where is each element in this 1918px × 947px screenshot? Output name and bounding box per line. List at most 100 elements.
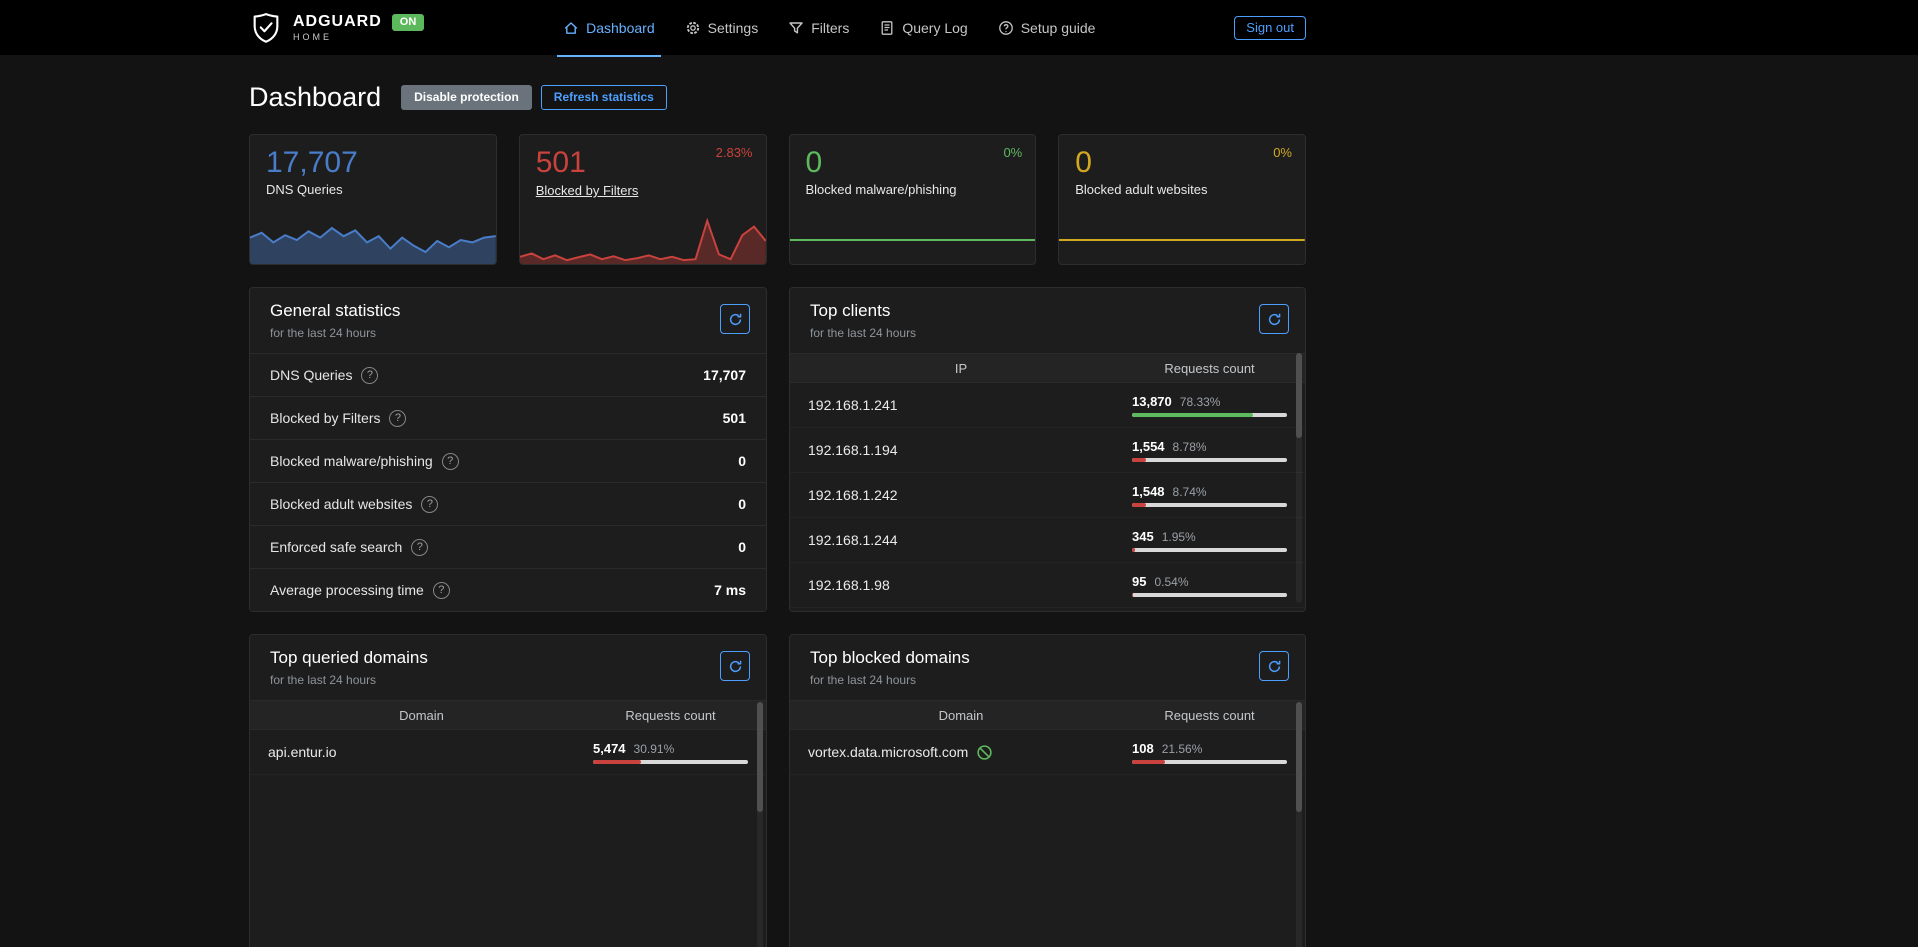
requests-bar-fill xyxy=(1132,548,1135,552)
stat-card-blocked-adult: 0 Blocked adult websites 0% xyxy=(1058,134,1306,265)
scrollbar-thumb[interactable] xyxy=(757,702,763,812)
filters-funnel-icon xyxy=(788,20,804,36)
client-ip[interactable]: 192.168.1.98 xyxy=(808,577,1132,593)
panels-row-1: General statistics for the last 24 hours… xyxy=(249,287,1306,612)
help-icon[interactable] xyxy=(411,539,428,556)
stats-row: DNS Queries 17,707 xyxy=(250,353,766,396)
stat-label: Blocked malware/phishing xyxy=(790,180,973,197)
scrollbar-track[interactable] xyxy=(1296,353,1302,603)
nav-item-query-log[interactable]: Query Log xyxy=(867,0,979,55)
client-ip[interactable]: 192.168.1.244 xyxy=(808,532,1132,548)
requests-cell: 3451.95% xyxy=(1132,529,1287,552)
protection-status-badge: ON xyxy=(392,14,425,31)
requests-count: 1,554 xyxy=(1132,439,1165,454)
client-ip[interactable]: 192.168.1.242 xyxy=(808,487,1132,503)
stat-label: DNS Queries xyxy=(250,180,359,197)
stats-label: DNS Queries xyxy=(270,367,378,384)
queried-domain[interactable]: api.entur.io xyxy=(268,744,593,760)
blocked-domain[interactable]: vortex.data.microsoft.com xyxy=(808,744,968,760)
refresh-button[interactable] xyxy=(1259,651,1289,681)
column-header-requests: Requests count xyxy=(1132,361,1305,376)
nav-item-setup-guide[interactable]: Setup guide xyxy=(986,0,1108,55)
stat-value: 0 xyxy=(1059,135,1305,181)
general-statistics-panel: General statistics for the last 24 hours… xyxy=(249,287,767,612)
disable-protection-button[interactable]: Disable protection xyxy=(401,85,532,110)
column-header-requests: Requests count xyxy=(593,708,766,723)
nav-item-filters[interactable]: Filters xyxy=(776,0,861,55)
stats-label-text: Enforced safe search xyxy=(270,539,402,555)
requests-count: 95 xyxy=(1132,574,1146,589)
nav-item-settings[interactable]: Settings xyxy=(673,0,771,55)
dashboard-icon xyxy=(563,20,579,36)
panel-title: General statistics xyxy=(270,301,746,321)
nav-item-label: Dashboard xyxy=(586,20,655,36)
stats-row: Blocked malware/phishing 0 xyxy=(250,439,766,482)
refresh-button[interactable] xyxy=(720,651,750,681)
stat-label: Blocked adult websites xyxy=(1059,180,1223,197)
nav-item-label: Setup guide xyxy=(1021,20,1096,36)
requests-bar xyxy=(1132,503,1287,507)
help-icon[interactable] xyxy=(433,582,450,599)
stats-row: Blocked adult websites 0 xyxy=(250,482,766,525)
panel-title: Top queried domains xyxy=(270,648,746,668)
requests-percent: 8.78% xyxy=(1173,440,1207,454)
requests-bar xyxy=(1132,593,1287,597)
panel-subtitle: for the last 24 hours xyxy=(810,673,1285,687)
blocked-domain-cell: vortex.data.microsoft.com xyxy=(808,744,1132,761)
top-blocked-domains-panel: Top blocked domains for the last 24 hour… xyxy=(789,634,1306,947)
nav-item-label: Query Log xyxy=(902,20,967,36)
blocked-by-filters-link[interactable]: Blocked by Filters xyxy=(520,181,655,198)
requests-cell: 1,554 8.78% xyxy=(1132,439,1287,462)
help-icon[interactable] xyxy=(389,410,406,427)
stat-value: 0 xyxy=(790,135,1036,181)
table-row: 192.168.1.244 3451.95% xyxy=(790,518,1305,563)
scrollbar-track[interactable] xyxy=(757,702,763,947)
client-ip[interactable]: 192.168.1.241 xyxy=(808,397,1132,413)
panel-subtitle: for the last 24 hours xyxy=(270,673,746,687)
refresh-button[interactable] xyxy=(1259,304,1289,334)
requests-bar xyxy=(1132,458,1287,462)
sign-out-button[interactable]: Sign out xyxy=(1234,16,1306,40)
brand-subtitle: HOME xyxy=(293,33,382,42)
nav-item-dashboard[interactable]: Dashboard xyxy=(551,0,667,55)
adguard-shield-icon xyxy=(249,11,283,45)
stat-percent: 0% xyxy=(1003,145,1022,160)
blocked-domain-icon[interactable] xyxy=(976,744,993,761)
requests-count: 13,870 xyxy=(1132,394,1172,409)
stats-label-text: Blocked malware/phishing xyxy=(270,453,433,469)
table-row: 192.168.1.241 13,870 78.33% xyxy=(790,383,1305,428)
top-navbar: ADGUARD HOME ON Dashboard xyxy=(0,0,1918,55)
navbar-inner: ADGUARD HOME ON Dashboard xyxy=(249,0,1306,55)
scrollbar-track[interactable] xyxy=(1296,702,1302,947)
requests-cell: 5,47430.91% xyxy=(593,741,748,764)
stats-value: 17,707 xyxy=(703,367,746,383)
brand-text: ADGUARD HOME xyxy=(293,14,382,42)
requests-cell: 13,870 78.33% xyxy=(1132,394,1287,417)
query-log-document-icon xyxy=(879,20,895,36)
stats-value: 7 ms xyxy=(714,582,746,598)
blocked-filters-sparkline xyxy=(520,216,766,264)
table-header: Domain Requests count xyxy=(250,700,766,730)
panel-subtitle: for the last 24 hours xyxy=(270,326,746,340)
help-icon[interactable] xyxy=(442,453,459,470)
panel-header: Top blocked domains for the last 24 hour… xyxy=(790,635,1305,700)
column-header-requests: Requests count xyxy=(1132,708,1305,723)
stat-value: 17,707 xyxy=(250,135,496,181)
panels-row-2: Top queried domains for the last 24 hour… xyxy=(249,634,1306,947)
scrollbar-thumb[interactable] xyxy=(1296,353,1302,438)
scrollbar-thumb[interactable] xyxy=(1296,702,1302,812)
stats-label: Blocked by Filters xyxy=(270,410,406,427)
client-ip[interactable]: 192.168.1.194 xyxy=(808,442,1132,458)
stat-card-blocked-by-filters: 501 Blocked by Filters 2.83% xyxy=(519,134,767,265)
top-clients-panel: Top clients for the last 24 hours IP Req… xyxy=(789,287,1306,612)
refresh-button[interactable] xyxy=(720,304,750,334)
requests-bar-fill xyxy=(1132,760,1165,764)
help-icon[interactable] xyxy=(421,496,438,513)
requests-percent: 78.33% xyxy=(1180,395,1221,409)
help-icon[interactable] xyxy=(361,367,378,384)
requests-bar xyxy=(1132,760,1287,764)
adguard-home-logo[interactable]: ADGUARD HOME ON xyxy=(249,11,424,45)
refresh-statistics-button[interactable]: Refresh statistics xyxy=(541,85,667,110)
requests-cell: 1,5488.74% xyxy=(1132,484,1287,507)
table-row: api.entur.io 5,47430.91% xyxy=(250,730,766,775)
